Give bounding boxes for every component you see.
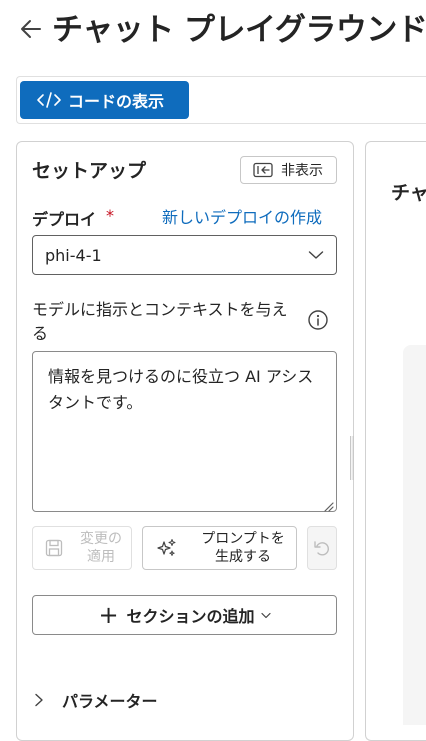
back-button[interactable]	[18, 12, 46, 46]
apply-changes-button[interactable]: 変更の適用	[32, 526, 132, 570]
hide-panel-button[interactable]: 非表示	[240, 156, 337, 184]
generate-prompt-button[interactable]: プロンプトを生成する	[142, 526, 297, 570]
undo-icon	[314, 541, 329, 556]
instructions-text: 情報を見つけるのに役立つ AI アシスタントです。	[48, 367, 314, 412]
parameters-accordion[interactable]: パラメーター	[32, 686, 158, 714]
sparkle-icon	[157, 539, 176, 556]
required-indicator: *	[106, 206, 114, 225]
collapse-panel-icon	[253, 162, 273, 178]
apply-changes-label: 変更の適用	[80, 531, 122, 565]
resize-grip-icon[interactable]	[322, 497, 334, 512]
chevron-right-icon	[35, 693, 43, 707]
info-icon[interactable]	[307, 309, 329, 331]
add-section-button[interactable]: + セクションの追加	[32, 595, 337, 635]
add-section-label: セクションの追加	[126, 607, 255, 626]
panel-splitter[interactable]	[350, 436, 354, 480]
generate-prompt-label: プロンプトを生成する	[201, 531, 285, 565]
deployment-label: デプロイ	[32, 210, 97, 229]
parameters-label: パラメーター	[62, 692, 158, 711]
instructions-label: モデルに指示とコンテキストを与える	[32, 300, 288, 343]
hide-label: 非表示	[281, 163, 323, 179]
view-code-label: コードの表示	[68, 92, 165, 111]
chevron-down-icon	[308, 251, 324, 259]
arrow-left-icon	[21, 20, 41, 38]
chat-title: チャ	[391, 182, 426, 204]
plus-icon: +	[98, 601, 119, 629]
code-icon	[37, 92, 61, 108]
deployment-select[interactable]: phi-4-1	[32, 235, 337, 275]
view-code-button[interactable]: コードの表示	[20, 81, 189, 119]
chevron-down-icon	[260, 612, 271, 618]
page-title: チャット プレイグラウンド	[52, 12, 426, 48]
save-icon	[45, 539, 63, 557]
chat-message-area	[403, 345, 426, 725]
undo-button[interactable]	[307, 526, 337, 570]
setup-title: セットアップ	[32, 160, 147, 182]
create-deployment-link[interactable]: 新しいデプロイの作成	[162, 204, 322, 228]
deployment-value: phi-4-1	[45, 245, 102, 265]
